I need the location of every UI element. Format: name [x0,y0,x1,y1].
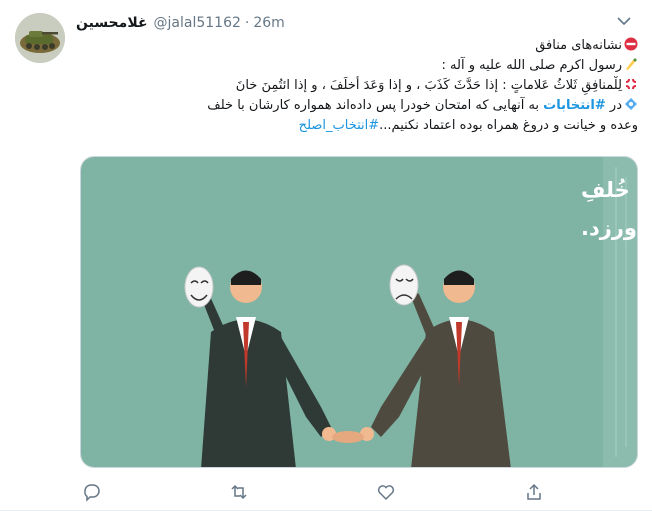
timestamp[interactable]: 26m [253,15,284,31]
anger-symbol-emoji [625,78,637,90]
text-line: در #انتخابات به آنهایی که امتحان خودرا پ… [76,96,638,116]
text-line-content: در [605,98,622,113]
text-line: نشانه‌های منافق [76,36,638,56]
tweet-image[interactable]: هرگاه سخن گوید دروغ گوید، هرگاه وعده دهد… [80,156,638,468]
writing-hand-emoji [626,58,637,70]
like-icon[interactable] [376,482,396,502]
text-line: لِلْمنافِقِ ثَلاثُ عَلاماتٍ : إذا حَدَّث… [76,76,638,96]
image-caption-line-2: وعده کند و هرگاه به او اعتماد شود خیانت … [581,215,638,240]
text-line-content: وعده و خیانت و دروغ همراه بوده اعتماد نک… [379,118,638,133]
sad-mask [389,264,419,306]
user-handle[interactable]: @jalal51162 [154,15,241,31]
tweet-header: غلامحسین @jalal51162 · 26m [76,12,285,34]
retweet-icon[interactable] [229,482,249,502]
more-options-icon[interactable] [614,12,634,30]
avatar-image [15,13,65,63]
hashtag-best-choice[interactable]: #انتخاب_اصلح [299,118,379,133]
reply-icon[interactable] [81,482,101,502]
text-line-content: لِلْمنافِقِ ثَلاثُ عَلاماتٍ : إذا حَدَّث… [235,78,622,93]
avatar[interactable] [15,13,65,63]
handshake [332,431,364,443]
no-entry-emoji [624,37,638,51]
separator-dot: · [244,15,250,31]
image-caption-line-1: هرگاه سخن گوید دروغ گوید، هرگاه وعده دهد… [581,177,638,202]
action-bar [76,482,576,502]
tweet[interactable]: غلامحسین @jalal51162 · 26m نشانه‌های منا… [0,0,652,511]
text-line-content: به آنهایی که امتحان خودرا پس داده‌اند هم… [207,98,544,113]
text-line-content: رسول اکرم صلی الله علیه و آله : [441,58,622,73]
diamond-emoji [625,98,637,110]
display-name[interactable]: غلامحسین [76,15,148,31]
text-line-content: نشانه‌های منافق [535,38,622,53]
hashtag-elections[interactable]: #انتخابات [543,98,606,113]
text-line: وعده و خیانت و دروغ همراه بوده اعتماد نک… [76,116,638,136]
happy-mask [184,266,214,308]
share-icon[interactable] [524,482,544,502]
tweet-text: نشانه‌های منافق رسول اکرم صلی الله علیه … [76,36,638,136]
text-line: رسول اکرم صلی الله علیه و آله : [76,56,638,76]
illustration: هرگاه سخن گوید دروغ گوید، هرگاه وعده دهد… [81,157,638,467]
